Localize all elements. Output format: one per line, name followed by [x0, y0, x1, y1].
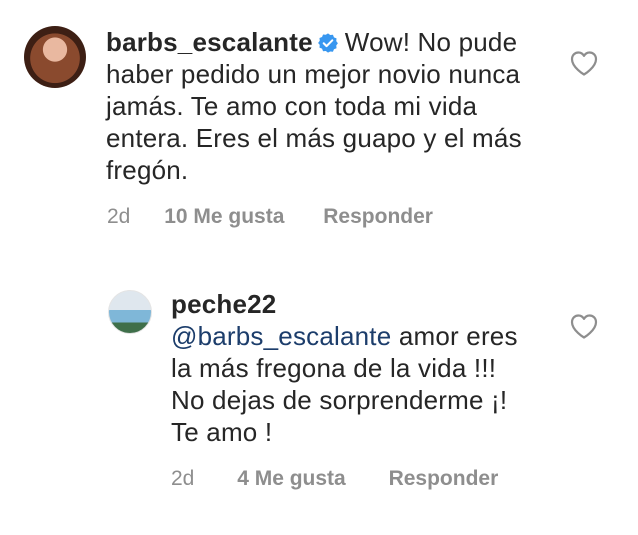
username[interactable]: barbs_escalante	[106, 27, 313, 57]
mention-link[interactable]: @barbs_escalante	[171, 321, 391, 351]
comment-text: peche22 @barbs_escalante amor eres la má…	[171, 288, 531, 448]
verified-badge-icon	[317, 33, 338, 53]
likes-count[interactable]: 10 Me gusta	[164, 205, 284, 229]
reply-button[interactable]: Responder	[389, 467, 499, 491]
comment-text: barbs_escalante Wow! No pude haber pedid…	[106, 26, 546, 186]
avatar[interactable]	[24, 26, 86, 88]
heart-outline-icon[interactable]	[570, 50, 598, 76]
avatar[interactable]	[108, 290, 152, 334]
likes-count[interactable]: 4 Me gusta	[237, 467, 346, 491]
heart-outline-icon[interactable]	[570, 313, 598, 339]
comment-time: 2d	[107, 205, 131, 228]
reply-button[interactable]: Responder	[323, 205, 433, 229]
username[interactable]: peche22	[171, 289, 276, 319]
comment-meta: 2d 4 Me gusta Responder	[171, 467, 498, 491]
comment-meta: 2d 10 Me gusta Responder	[107, 205, 433, 229]
comment-time: 2d	[171, 467, 195, 490]
